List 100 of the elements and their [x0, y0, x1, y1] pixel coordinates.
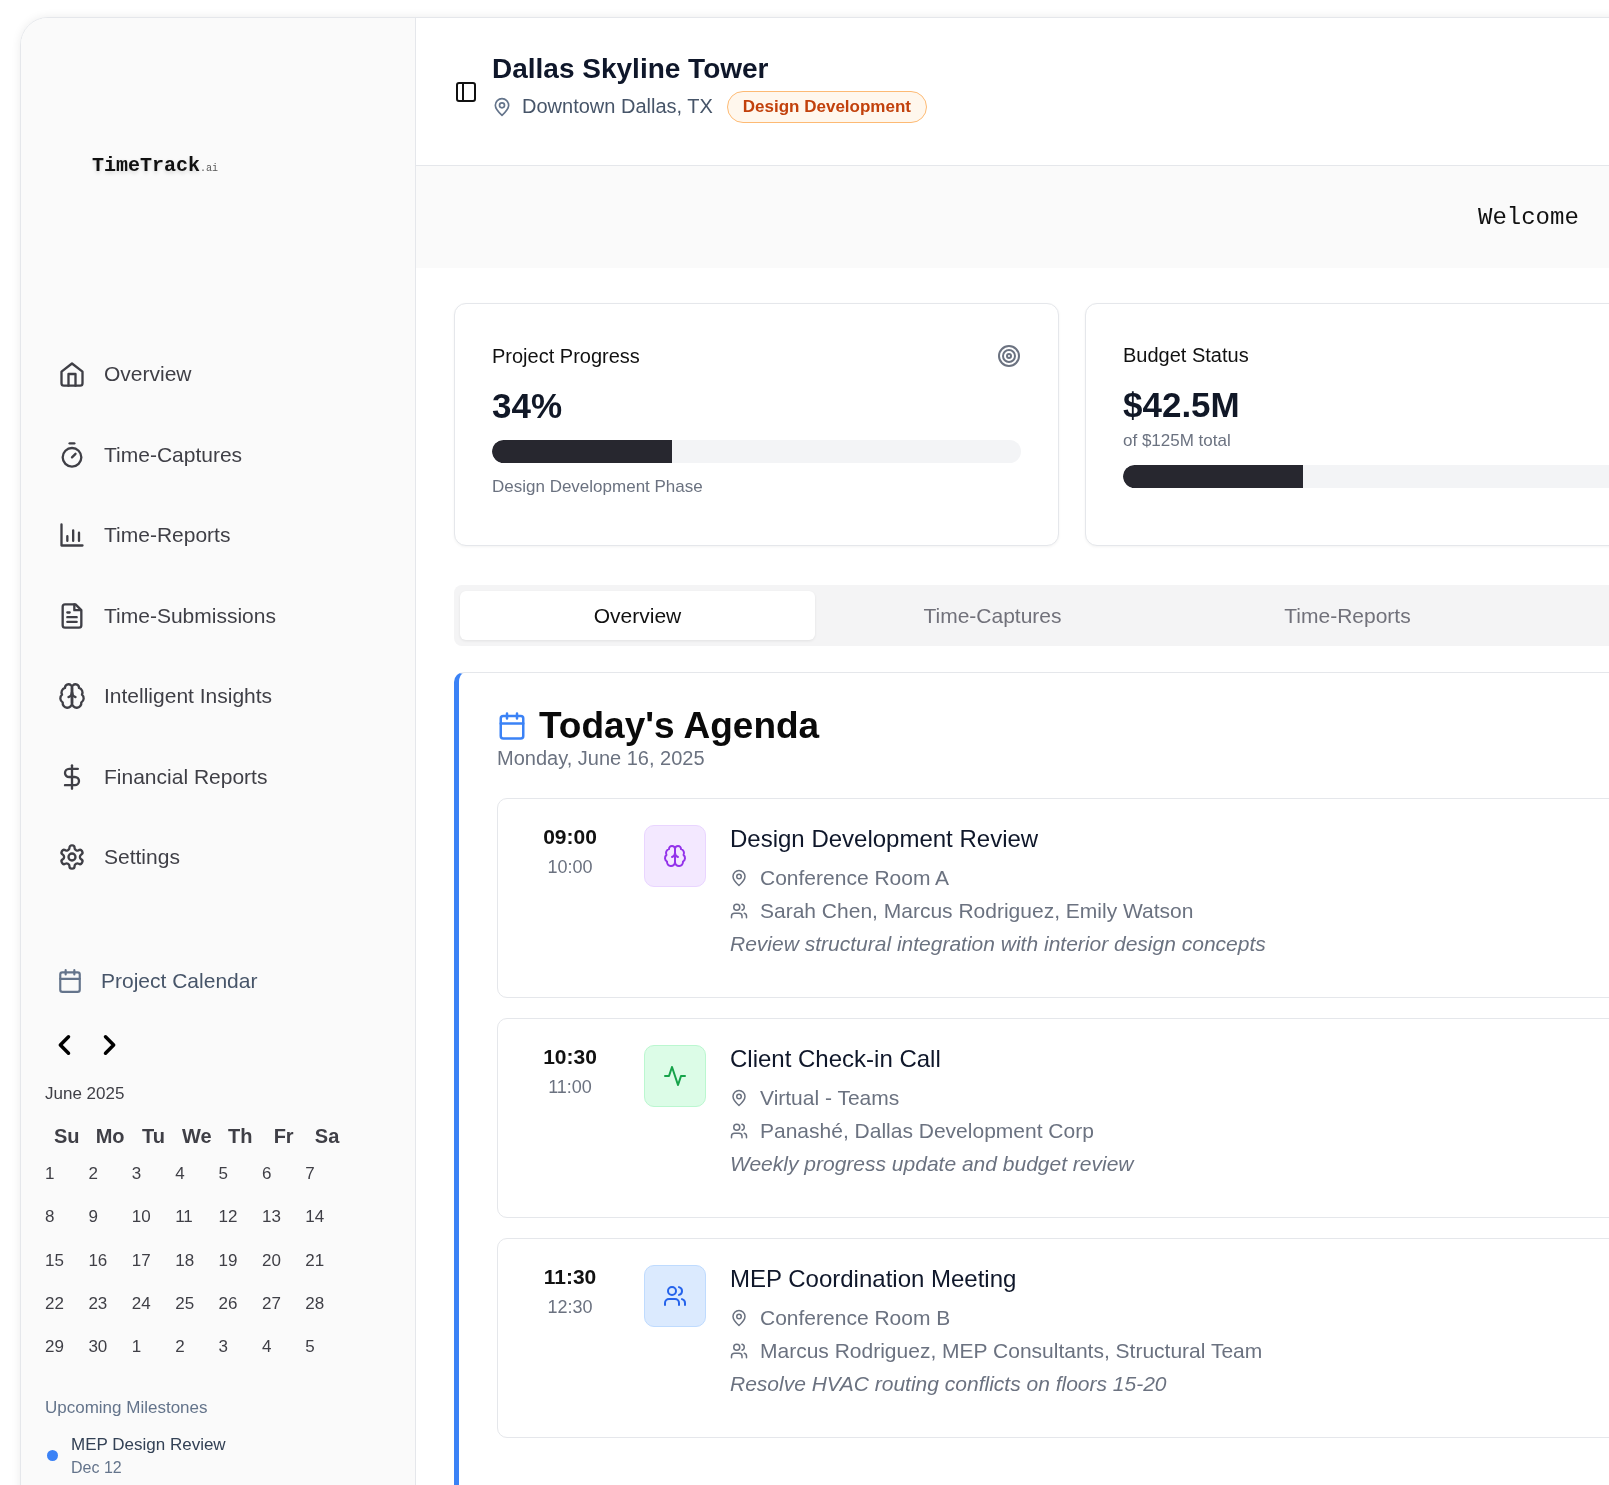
calendar-day[interactable]: 27 [261, 1294, 281, 1315]
calendar-day[interactable]: 23 [88, 1294, 108, 1315]
people-icon [730, 1342, 748, 1360]
nav-item[interactable]: Time-Captures [45, 414, 415, 495]
event-location: Conference Room B [760, 1306, 951, 1330]
calendar-day[interactable]: 2 [88, 1164, 98, 1185]
bar-chart-icon [58, 521, 86, 550]
event-card[interactable]: 10:30 11:00 Client Check-in Call Virtual - Teams Panashé, Dallas Development Corp Weekly progress update and budget review [497, 1018, 1609, 1218]
event-note: Resolve HVAC routing conflicts on floors 15-20 [730, 1372, 1168, 1396]
calendar-day[interactable]: 28 [305, 1294, 325, 1315]
start-time: 10:30 [543, 1045, 597, 1069]
card-title: Budget Status [1123, 344, 1249, 367]
card-title: Project Progress [492, 344, 640, 368]
start-time: 09:00 [543, 825, 597, 849]
nav-item[interactable]: Intelligent Insights [45, 656, 415, 737]
event-attendees: Panashé, Dallas Development Corp [760, 1119, 1094, 1143]
calendar-day[interactable]: 30 [88, 1337, 108, 1358]
settings-icon [58, 843, 86, 872]
card-caption: Design Development Phase [492, 477, 704, 497]
nav-item[interactable]: Overview [45, 334, 415, 415]
calendar-day[interactable]: 10 [131, 1207, 151, 1228]
logo-suffix: .ai [200, 163, 219, 174]
calendar-day[interactable]: 21 [305, 1250, 325, 1271]
target-icon [997, 344, 1021, 368]
calendar-day[interactable]: 5 [305, 1337, 315, 1358]
pulse-icon [663, 1064, 687, 1088]
calendar-day[interactable]: 20 [261, 1250, 281, 1271]
calendar-day[interactable]: 6 [261, 1164, 272, 1185]
calendar-day[interactable]: 19 [218, 1250, 238, 1271]
calendar-day[interactable]: 1 [131, 1337, 142, 1358]
calendar-day[interactable]: 29 [45, 1337, 64, 1358]
calendar-day[interactable]: 7 [305, 1164, 315, 1185]
calendar-day[interactable]: 24 [131, 1294, 151, 1315]
calendar-day[interactable]: 18 [175, 1250, 195, 1271]
logo: TimeTrack [92, 154, 201, 177]
calendar-day[interactable]: 2 [175, 1337, 185, 1358]
calendar-day[interactable]: 16 [88, 1250, 108, 1271]
tab[interactable]: Time-Captures [815, 591, 1170, 640]
nav-item[interactable]: Financial Reports [45, 736, 415, 817]
calendar-day[interactable]: 22 [45, 1294, 64, 1315]
brain-icon [663, 844, 687, 868]
event-note: Review structural integration with interior design concepts [730, 932, 1266, 956]
month-label: June 2025 [45, 1083, 126, 1104]
calendar-day[interactable]: 17 [131, 1250, 151, 1271]
calendar-day[interactable]: 3 [218, 1337, 229, 1358]
calendar-icon [497, 711, 527, 741]
weekday-label: We [181, 1124, 213, 1149]
location-pin-icon [730, 1089, 748, 1107]
start-time: 11:30 [543, 1265, 597, 1289]
calendar-day[interactable]: 26 [218, 1294, 238, 1315]
calendar-day[interactable]: 11 [175, 1207, 193, 1228]
nav-item[interactable]: Time-Reports [45, 495, 415, 576]
calendar-day[interactable]: 9 [88, 1207, 98, 1228]
event-location: Virtual - Teams [760, 1086, 900, 1110]
weekday-label: Th [227, 1124, 254, 1149]
calendar-day[interactable]: 25 [175, 1294, 195, 1315]
weekday-label: Mo [94, 1124, 126, 1149]
tab[interactable]: Time-Reports [1170, 591, 1525, 640]
agenda-title: Today's Agenda [539, 705, 820, 747]
calendar-day[interactable]: 3 [131, 1164, 142, 1185]
weekday-label: Fr [272, 1124, 295, 1149]
location-pin-icon [492, 96, 512, 117]
weekday-label: Sa [313, 1124, 341, 1149]
event-card[interactable]: 11:30 12:30 MEP Coordination Meeting Conference Room B Marcus Rodriguez, MEP Consultants, Structural Team Resolve HVAC routing conflicts on floors 15-20 [497, 1238, 1609, 1438]
card-value: 34% [492, 386, 564, 426]
milestones-title: Upcoming Milestones [45, 1398, 209, 1418]
phase-badge: Design Development [726, 90, 927, 123]
weekday-label: Su [52, 1124, 81, 1149]
calendar-day[interactable]: 15 [45, 1250, 64, 1271]
project-title: Dallas Skyline Tower [492, 52, 770, 85]
event-card[interactable]: 09:00 10:00 Design Development Review Conference Room A Sarah Chen, Marcus Rodriguez, Emily Watson Review structural integration with interior design concepts [497, 798, 1609, 998]
calendar-day[interactable]: 12 [218, 1207, 238, 1228]
event-attendees: Marcus Rodriguez, MEP Consultants, Structural Team [760, 1339, 1263, 1363]
calendar-day[interactable]: 4 [175, 1164, 185, 1185]
weekday-label: Tu [141, 1124, 166, 1149]
end-time: 12:30 [547, 1297, 593, 1318]
calendar-icon [57, 967, 83, 994]
calendar-day[interactable]: 1 [45, 1164, 55, 1185]
event-location: Conference Room A [760, 866, 950, 890]
calendar-day[interactable]: 5 [218, 1164, 229, 1185]
calendar-day[interactable]: 13 [261, 1207, 281, 1228]
people-icon [663, 1284, 687, 1308]
agenda-date: Monday, June 16, 2025 [497, 747, 706, 770]
calendar-day[interactable]: 4 [261, 1337, 272, 1358]
sidebar-toggle-button[interactable] [454, 79, 478, 104]
event-note: Weekly progress update and budget review [730, 1152, 1134, 1176]
nav-item[interactable]: Settings [45, 817, 415, 898]
milestone-name: MEP Design Review [71, 1435, 226, 1455]
card-subtitle: of $125M total [1123, 431, 1232, 451]
welcome-text: Welcome [1478, 203, 1579, 231]
nav-item[interactable]: Time-Submissions [45, 575, 415, 656]
end-time: 10:00 [547, 857, 593, 878]
location-pin-icon [730, 869, 748, 887]
event-attendees: Sarah Chen, Marcus Rodriguez, Emily Watson [760, 899, 1194, 923]
calendar-day[interactable]: 14 [305, 1207, 325, 1228]
event-title: Design Development Review [730, 825, 1040, 853]
people-icon [730, 1122, 748, 1140]
calendar-day[interactable]: 8 [45, 1207, 55, 1228]
tab[interactable]: Overview [460, 591, 815, 640]
card-value: $42.5M [1123, 385, 1241, 425]
